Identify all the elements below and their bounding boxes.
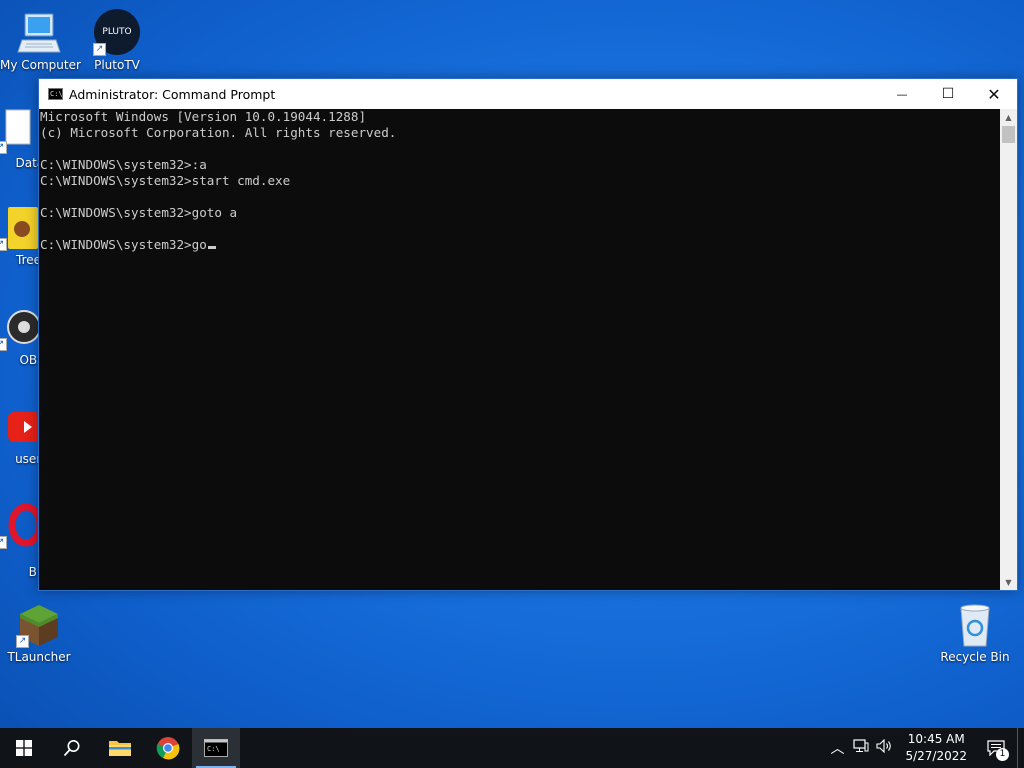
taskbar-clock[interactable]: 10:45 AM 5/27/2022 [905, 731, 967, 765]
show-desktop-button[interactable] [1017, 728, 1024, 768]
window-title: Administrator: Command Prompt [69, 86, 276, 102]
minimize-button[interactable]: — [879, 79, 925, 109]
console-line: Microsoft Windows [Version 10.0.19044.12… [40, 109, 367, 124]
console-line: C:\WINDOWS\system32>start cmd.exe [40, 173, 291, 188]
svg-text:C:\: C:\ [207, 745, 220, 753]
plutotv-icon: PLUTO ↗ [93, 8, 141, 56]
document-icon: ↗ [0, 108, 40, 154]
chrome-icon [156, 737, 180, 760]
taskbar-command-prompt[interactable]: C:\ [192, 728, 240, 768]
game-icon: ↗ [0, 205, 40, 251]
taskbar: C:\ ︿ 10:45 AM 5/27/2022 1 [0, 728, 1024, 768]
chevron-up-icon[interactable]: ︿ [825, 738, 849, 758]
recycle-bin-icon [952, 602, 998, 648]
console-output[interactable]: Microsoft Windows [Version 10.0.19044.12… [39, 109, 1000, 590]
taskbar-file-explorer[interactable] [96, 728, 144, 768]
console-input-line[interactable]: C:\WINDOWS\system32>go [39, 237, 1000, 253]
cmd-icon: C:\ [204, 739, 228, 757]
desktop-icon-my-computer[interactable]: My Computer [0, 10, 81, 72]
minecraft-block-icon: ↗ [16, 602, 62, 648]
scroll-down-arrow-icon[interactable]: ▼ [1000, 574, 1017, 590]
shortcut-arrow-icon: ↗ [93, 43, 106, 56]
volume-icon[interactable] [873, 738, 897, 757]
scrollbar-thumb[interactable] [1002, 126, 1015, 143]
computer-icon [16, 10, 62, 56]
close-button[interactable]: ✕ [971, 79, 1017, 109]
desktop-icon-label: PlutoTV [94, 58, 140, 72]
taskbar-chrome[interactable] [144, 728, 192, 768]
desktop-icon-label: Recycle Bin [940, 650, 1010, 664]
console-line: C:\WINDOWS\system32>:a [40, 157, 207, 172]
notification-count-badge: 1 [996, 748, 1009, 761]
opera-icon: ↗ [0, 503, 44, 549]
shortcut-arrow-icon: ↗ [16, 635, 29, 648]
shortcut-arrow-icon: ↗ [0, 338, 7, 351]
cmd-app-icon: C:\ [48, 88, 63, 100]
shortcut-arrow-icon: ↗ [0, 238, 7, 251]
vertical-scrollbar[interactable]: ▲ ▼ [1000, 109, 1017, 590]
text-cursor [207, 246, 216, 249]
start-button[interactable] [0, 728, 48, 768]
shortcut-arrow-icon: ↗ [0, 141, 7, 154]
window-titlebar[interactable]: C:\ Administrator: Command Prompt — ☐ ✕ [39, 79, 1017, 109]
maximize-button[interactable]: ☐ [925, 79, 971, 109]
close-icon: ✕ [987, 84, 1001, 104]
clock-time: 10:45 AM [907, 732, 965, 746]
system-tray: ︿ 10:45 AM 5/27/2022 1 [825, 728, 1024, 768]
console-line: (c) Microsoft Corporation. All rights re… [40, 125, 397, 140]
minimize-icon: — [896, 87, 908, 101]
network-icon[interactable] [849, 739, 873, 757]
desktop-icon-plutotv[interactable]: PLUTO ↗ PlutoTV [78, 8, 156, 72]
obs-icon: ↗ [0, 305, 41, 351]
shortcut-arrow-icon: ↗ [0, 536, 7, 549]
console-line: C:\WINDOWS\system32>goto a [40, 205, 238, 220]
windows-logo-icon [16, 740, 32, 756]
desktop-icon-recycle-bin[interactable]: Recycle Bin [936, 602, 1014, 664]
plutotv-badge-text: PLUTO [102, 27, 132, 37]
console-current-input: C:\WINDOWS\system32>go [40, 237, 207, 252]
folder-icon [109, 741, 131, 756]
maximize-icon: ☐ [941, 86, 955, 102]
command-prompt-window[interactable]: C:\ Administrator: Command Prompt — ☐ ✕ … [38, 78, 1018, 591]
desktop-icon-label: My Computer [0, 58, 81, 72]
clock-date: 5/27/2022 [905, 749, 967, 763]
desktop-icon-tlauncher[interactable]: ↗ TLauncher [0, 602, 78, 664]
search-icon [63, 740, 80, 757]
youtube-icon [0, 404, 40, 450]
search-button[interactable] [48, 728, 96, 768]
scroll-up-arrow-icon[interactable]: ▲ [1000, 109, 1017, 125]
action-center-button[interactable]: 1 [975, 728, 1017, 768]
desktop-icon-label: TLauncher [7, 650, 71, 664]
